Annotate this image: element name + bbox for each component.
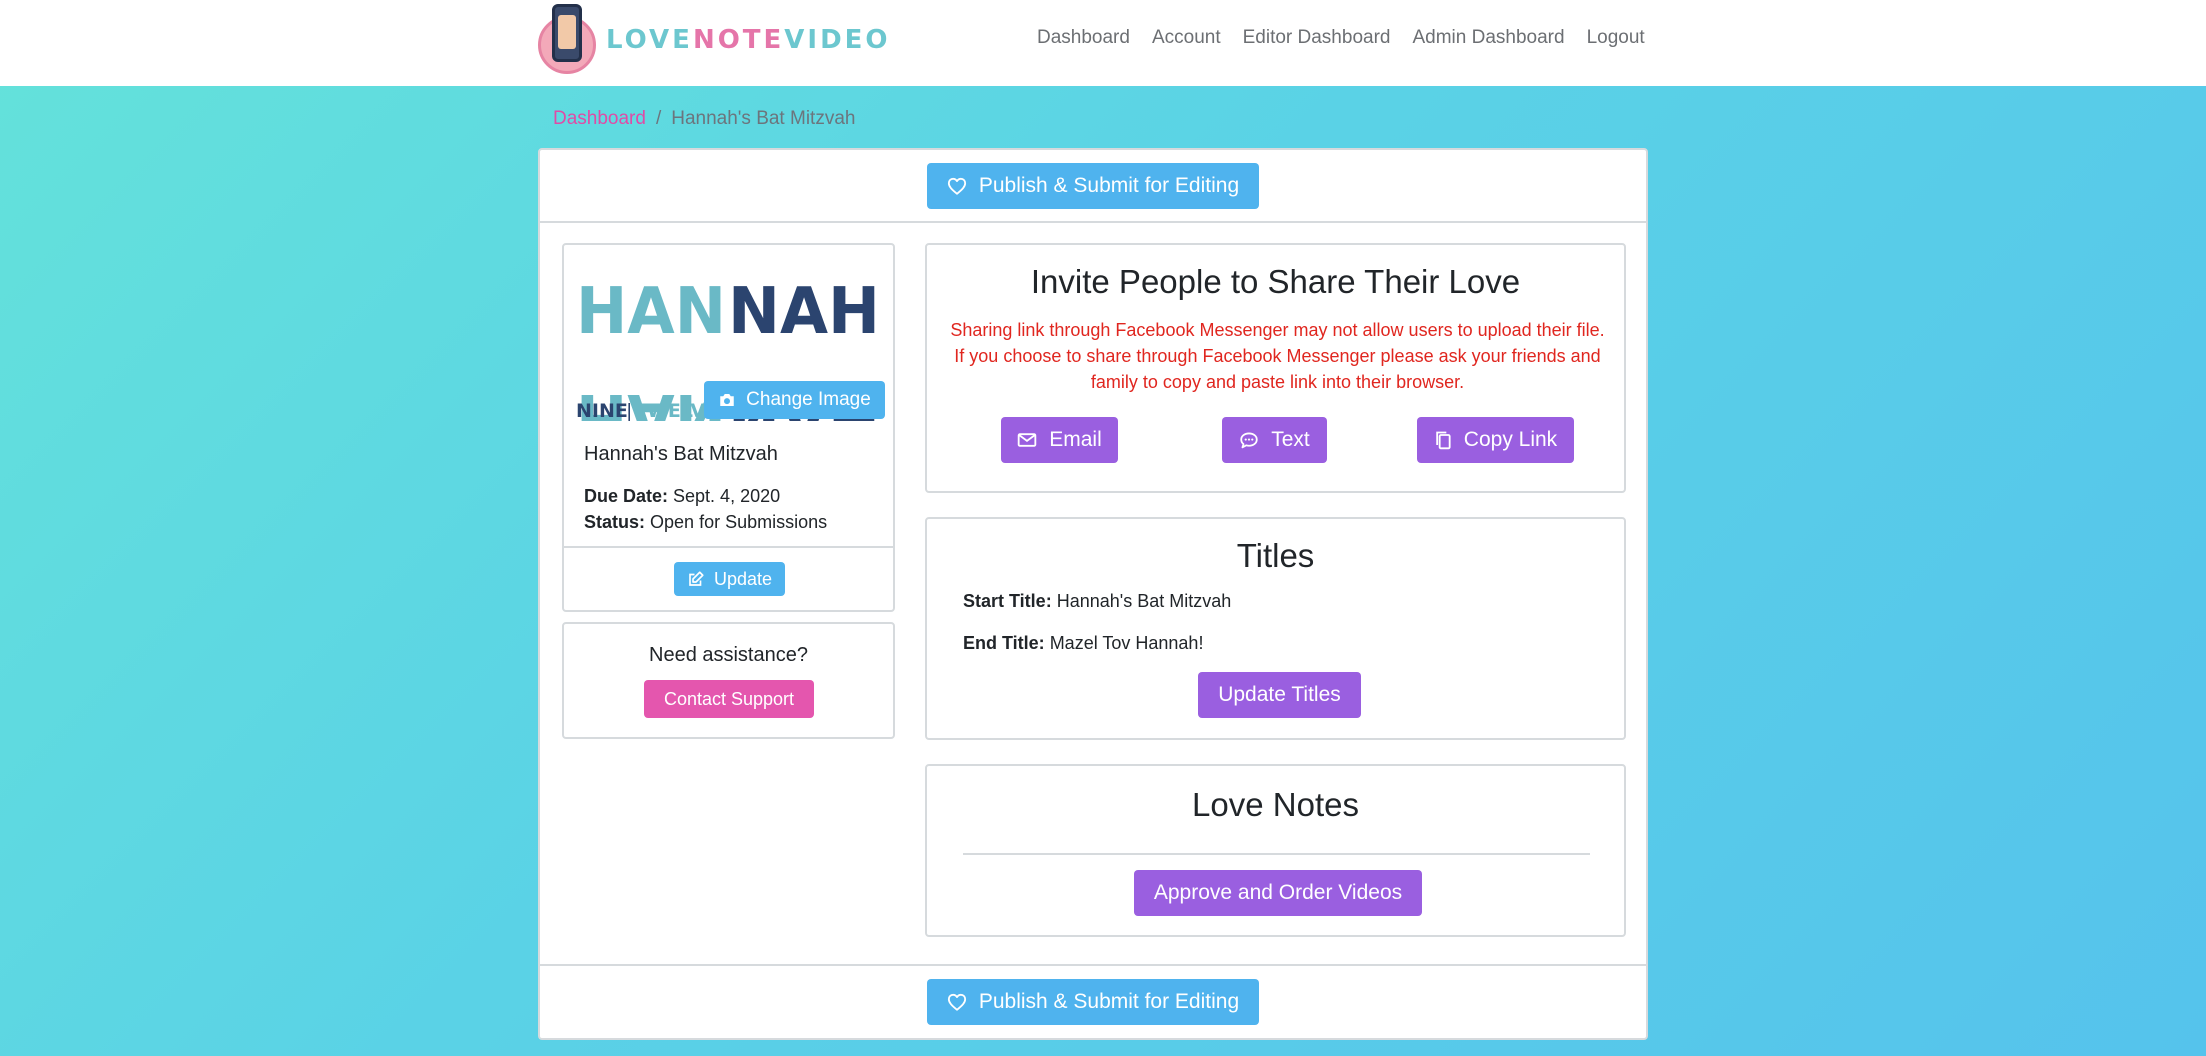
- nav-account[interactable]: Account: [1152, 27, 1221, 49]
- svg-text:NAH: NAH: [728, 275, 880, 349]
- messenger-warning: Sharing link through Facebook Messenger …: [950, 320, 1605, 392]
- logo-badge-icon: [536, 4, 600, 76]
- event-divider: [564, 546, 893, 548]
- copy-icon: [1434, 430, 1452, 450]
- contact-support-button[interactable]: Contact Support: [644, 680, 814, 718]
- publish-submit-button-bottom[interactable]: Publish & Submit for Editing: [927, 979, 1259, 1025]
- copy-link-button[interactable]: Copy Link: [1417, 417, 1574, 463]
- svg-text:|: |: [626, 400, 632, 421]
- event-title: Hannah's Bat Mitzvah: [584, 443, 778, 465]
- event-meta: Due Date: Sept. 4, 2020 Status: Open for…: [584, 483, 827, 535]
- love-notes-heading: Love Notes: [1192, 786, 1359, 823]
- love-notes-divider: [963, 853, 1590, 855]
- publish-submit-button-top[interactable]: Publish & Submit for Editing: [927, 162, 1259, 209]
- nav-links: Dashboard Account Editor Dashboard Admin…: [1037, 27, 1667, 49]
- heart-icon: [947, 177, 967, 195]
- publish-label: Publish & Submit for Editing: [978, 173, 1240, 197]
- project-card: Publish & Submit for Editing HAN NAH HAN…: [538, 148, 1648, 1040]
- text-label: Text: [1271, 428, 1310, 451]
- email-label: Email: [1049, 428, 1102, 451]
- invite-title: Invite People to Share Their Love: [1030, 263, 1521, 300]
- end-title-row: End Title: Mazel Tov Hannah!: [963, 633, 1204, 653]
- card-header: Publish & Submit for Editing: [540, 150, 1646, 223]
- due-date-value: Sept. 4, 2020: [673, 486, 781, 506]
- love-notes-panel: Love Notes Approve and Order Videos: [925, 764, 1626, 937]
- publish-label: Publish & Submit for Editing: [978, 990, 1240, 1013]
- edit-icon: [687, 570, 705, 588]
- breadcrumb: Dashboard / Hannah's Bat Mitzvah: [553, 108, 855, 130]
- titles-panel: Titles Start Title: Hannah's Bat Mitzvah…: [925, 517, 1626, 740]
- breadcrumb-separator: /: [655, 108, 662, 129]
- due-date-row: Due Date: Sept. 4, 2020: [584, 486, 781, 506]
- heart-icon: [947, 993, 967, 1011]
- breadcrumb-current: Hannah's Bat Mitzvah: [671, 108, 856, 129]
- chat-bubble-icon: [1239, 431, 1259, 449]
- event-card: HAN NAH HAN NAH NINE | TWELVE Change Ima…: [562, 243, 895, 612]
- start-title-row: Start Title: Hannah's Bat Mitzvah: [963, 591, 1232, 611]
- svg-text:NINE: NINE: [576, 400, 628, 421]
- copy-link-label: Copy Link: [1463, 428, 1558, 451]
- share-email-button[interactable]: Email: [1001, 417, 1118, 463]
- status-row: Status: Open for Submissions: [584, 512, 828, 532]
- approve-order-videos-button[interactable]: Approve and Order Videos: [1134, 870, 1422, 916]
- assistance-title: Need assistance?: [649, 644, 808, 666]
- update-titles-button[interactable]: Update Titles: [1198, 672, 1361, 718]
- start-title-value: Hannah's Bat Mitzvah: [1056, 591, 1232, 611]
- assistance-card: Need assistance? Contact Support: [562, 622, 895, 739]
- svg-text:HAN: HAN: [576, 275, 726, 349]
- end-title-value: Mazel Tov Hannah!: [1049, 633, 1204, 653]
- brand-logo[interactable]: LOVENOTEVIDEO: [536, 4, 891, 76]
- change-image-button[interactable]: Change Image: [704, 381, 885, 419]
- invite-panel: Invite People to Share Their Love Sharin…: [925, 243, 1626, 493]
- breadcrumb-dashboard-link[interactable]: Dashboard: [553, 108, 646, 130]
- card-footer: Publish & Submit for Editing: [540, 964, 1646, 1038]
- nav-editor-dashboard[interactable]: Editor Dashboard: [1243, 27, 1391, 49]
- envelope-icon: [1017, 432, 1037, 448]
- update-event-button[interactable]: Update: [674, 562, 785, 596]
- nav-admin-dashboard[interactable]: Admin Dashboard: [1412, 27, 1564, 49]
- status-value: Open for Submissions: [650, 512, 828, 532]
- camera-icon: [718, 392, 736, 408]
- nav-logout[interactable]: Logout: [1587, 27, 1645, 49]
- titles-heading: Titles: [1236, 537, 1315, 574]
- nav-dashboard[interactable]: Dashboard: [1037, 27, 1130, 49]
- logo-text: LOVENOTEVIDEO: [606, 25, 891, 55]
- update-label: Update: [713, 568, 773, 589]
- change-image-label: Change Image: [746, 389, 871, 410]
- share-text-button[interactable]: Text: [1222, 417, 1327, 463]
- top-navbar: LOVENOTEVIDEO Dashboard Account Editor D…: [0, 0, 2206, 86]
